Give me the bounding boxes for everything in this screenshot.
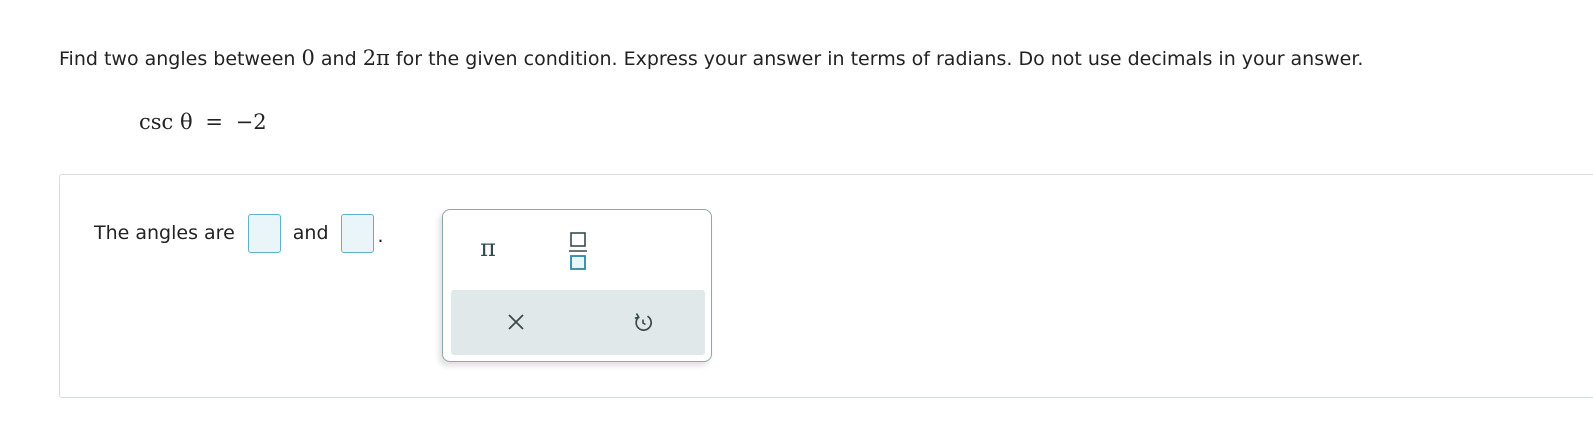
- equation-lhs: csc θ: [139, 110, 193, 134]
- question-text: Find two angles between 0 and 2π for the…: [59, 46, 1363, 70]
- answer-line: The angles are and .: [94, 212, 384, 254]
- pi-button[interactable]: π: [468, 228, 508, 268]
- clear-button[interactable]: [496, 302, 536, 342]
- question-part-3: for the given condition. Express your an…: [389, 48, 1364, 70]
- equation-equals: =: [205, 110, 223, 134]
- fraction-icon: [569, 232, 587, 270]
- question-part-1: Find two angles between: [59, 48, 302, 70]
- math-zero: 0: [301, 46, 315, 70]
- math-palette: π: [442, 209, 712, 362]
- answer-input-1[interactable]: [247, 213, 281, 253]
- question-part-2: and: [314, 48, 363, 70]
- answer-connector: and: [292, 222, 329, 244]
- given-equation: csc θ = −2: [139, 110, 267, 134]
- answer-input-2[interactable]: [340, 213, 374, 253]
- pi-icon: π: [480, 234, 496, 262]
- palette-action-bar: [451, 290, 705, 355]
- undo-icon: [634, 313, 652, 331]
- undo-button[interactable]: [623, 302, 663, 342]
- fraction-button[interactable]: [558, 228, 598, 272]
- answer-prefix: The angles are: [94, 222, 235, 244]
- equation-rhs: −2: [235, 110, 267, 134]
- answer-period: .: [377, 225, 384, 247]
- math-two-pi: 2π: [362, 46, 390, 70]
- clear-x-icon: [508, 314, 524, 330]
- answer-panel: [59, 174, 1593, 398]
